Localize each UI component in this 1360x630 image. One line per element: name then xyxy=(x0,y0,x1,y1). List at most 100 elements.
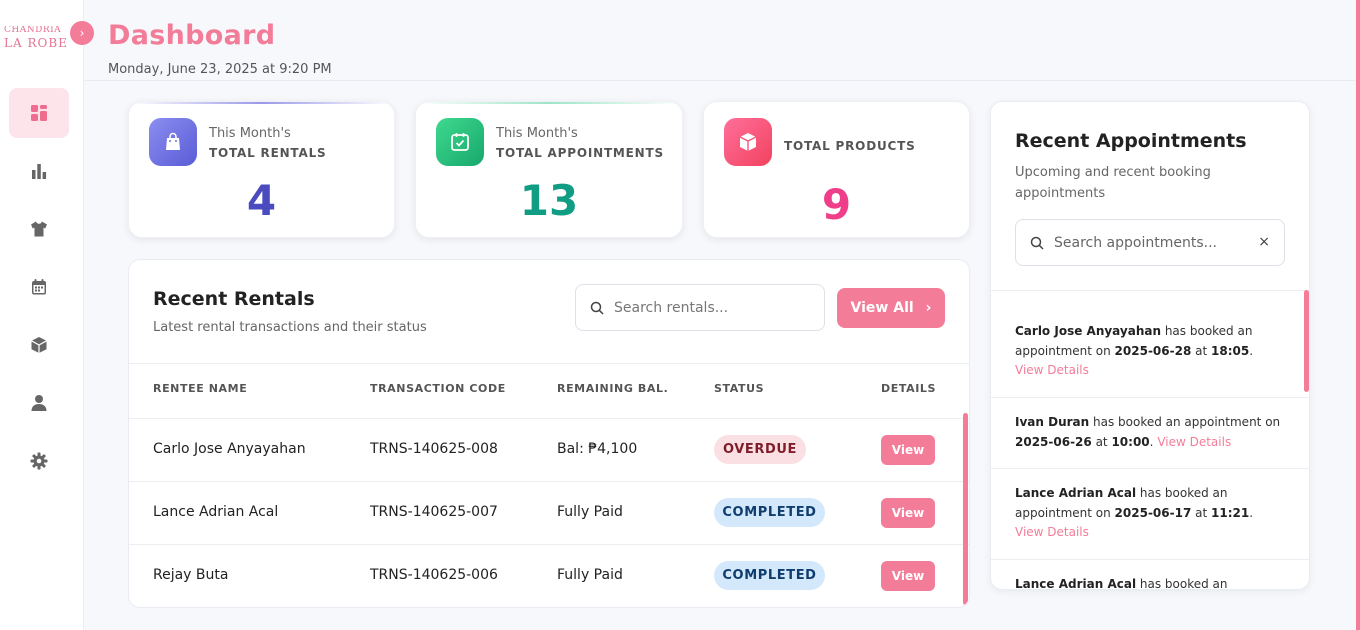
appointment-name: Lance Adrian Acal xyxy=(1015,577,1137,590)
status-badge: COMPLETED xyxy=(714,498,825,527)
column-header-details: DETAILS xyxy=(881,382,937,395)
rentee-name: Carlo Jose Anyayahan xyxy=(153,441,306,457)
sidebar-toggle-button[interactable]: › xyxy=(70,21,94,45)
appointment-text: . xyxy=(1149,434,1154,449)
cube-icon xyxy=(724,118,772,166)
sidebar-item-inventory[interactable] xyxy=(9,320,69,370)
status-badge: COMPLETED xyxy=(714,561,825,590)
clear-search-icon[interactable]: × xyxy=(1258,234,1270,250)
table-row: Rejay Buta TRNS-140625-006 Fully Paid CO… xyxy=(129,545,969,607)
transaction-code: TRNS-140625-006 xyxy=(370,567,498,583)
appointment-item: Lance Adrian Acal has booked an appointm… xyxy=(1015,484,1285,543)
bar-chart-icon xyxy=(32,164,47,179)
stat-label: TOTAL PRODUCTS xyxy=(784,139,916,153)
divider xyxy=(991,468,1309,469)
appointment-text: . xyxy=(1249,343,1254,358)
user-icon xyxy=(31,395,47,411)
transaction-code: TRNS-140625-008 xyxy=(370,441,498,457)
divider xyxy=(991,559,1309,560)
rentee-name: Lance Adrian Acal xyxy=(153,504,279,520)
appointment-text: . xyxy=(1249,505,1254,520)
card-accent xyxy=(129,102,394,104)
sidebar-item-products[interactable] xyxy=(9,204,69,254)
chevron-right-icon: › xyxy=(79,26,85,40)
view-all-label: View All xyxy=(850,300,914,316)
remaining-balance: Bal: ₱4,100 xyxy=(557,441,638,457)
remaining-balance: Fully Paid xyxy=(557,504,623,520)
divider xyxy=(991,397,1309,398)
header-divider xyxy=(84,80,1360,81)
calendar-icon xyxy=(32,279,46,295)
view-button[interactable]: View xyxy=(881,435,935,465)
calendar-check-icon xyxy=(436,118,484,166)
logo-line-1: CHANDRIA xyxy=(4,26,62,35)
appointment-text: at xyxy=(1191,505,1211,520)
table-row: Carlo Jose Anyayahan TRNS-140625-008 Bal… xyxy=(129,419,969,482)
gear-icon xyxy=(30,452,48,470)
sidebar-item-users[interactable] xyxy=(9,378,69,428)
search-placeholder: Search rentals... xyxy=(614,299,729,316)
stat-value: 9 xyxy=(821,180,852,229)
appointment-date: 2025-06-28 xyxy=(1114,343,1192,358)
appointment-time: 10:00 xyxy=(1111,434,1150,449)
shopping-bag-icon xyxy=(149,118,197,166)
appointment-date: 2025-06-17 xyxy=(1114,505,1192,520)
section-subtitle: Upcoming and recent booking appointments xyxy=(1015,165,1211,201)
appointment-text: has booked an appointment on xyxy=(1089,415,1281,429)
rentee-name: Rejay Buta xyxy=(153,567,229,583)
appointment-text: has booked an xyxy=(1136,577,1228,590)
search-icon xyxy=(590,301,604,315)
stat-card-appointments: This Month's TOTAL APPOINTMENTS 13 xyxy=(415,101,683,238)
stat-sub-label: This Month's xyxy=(496,126,578,141)
dashboard-icon xyxy=(31,105,47,121)
sidebar-item-calendar[interactable] xyxy=(9,262,69,312)
status-badge: OVERDUE xyxy=(714,435,806,464)
page-title: Dashboard xyxy=(108,20,276,51)
column-header-balance: REMAINING BAL. xyxy=(557,382,669,395)
section-subtitle: Latest rental transactions and their sta… xyxy=(153,320,427,335)
appointment-text: at xyxy=(1191,343,1211,358)
view-button[interactable]: View xyxy=(881,561,935,591)
stat-card-rentals: This Month's TOTAL RENTALS 4 xyxy=(128,101,395,238)
table-scrollbar[interactable] xyxy=(963,413,968,605)
brand-logo[interactable]: CHANDRIA LA ROBE xyxy=(4,26,74,52)
appointment-time: 18:05 xyxy=(1211,343,1250,358)
appointment-text: at xyxy=(1091,434,1112,449)
logo-line-2: LA ROBE xyxy=(4,37,68,49)
search-appointments-input[interactable]: Search appointments... × xyxy=(1015,219,1285,266)
sidebar-item-reports[interactable] xyxy=(9,146,69,196)
search-icon xyxy=(1030,236,1044,250)
divider xyxy=(129,363,969,364)
transaction-code: TRNS-140625-007 xyxy=(370,504,498,520)
view-details-link[interactable]: View Details xyxy=(1015,363,1089,377)
recent-rentals-card: Recent Rentals Latest rental transaction… xyxy=(128,259,970,608)
table-row: Lance Adrian Acal TRNS-140625-007 Fully … xyxy=(129,482,969,545)
appointment-name: Ivan Duran xyxy=(1015,415,1090,429)
appointment-item: Carlo Jose Anyayahan has booked an appoi… xyxy=(1015,322,1285,381)
search-rentals-input[interactable]: Search rentals... xyxy=(575,284,825,331)
box-icon xyxy=(31,337,47,353)
stat-value: 4 xyxy=(246,176,277,225)
page-scrollbar[interactable] xyxy=(1356,0,1360,630)
stat-value: 13 xyxy=(519,176,579,225)
view-button[interactable]: View xyxy=(881,498,935,528)
view-details-link[interactable]: View Details xyxy=(1157,435,1231,449)
view-details-link[interactable]: View Details xyxy=(1015,525,1089,539)
search-placeholder: Search appointments... xyxy=(1054,234,1217,251)
appointment-time: 11:21 xyxy=(1211,505,1250,520)
view-all-button[interactable]: View All › xyxy=(837,288,945,328)
sidebar-item-settings[interactable] xyxy=(9,436,69,486)
appointments-scrollbar[interactable] xyxy=(1304,290,1309,392)
stat-card-products: TOTAL PRODUCTS 9 xyxy=(703,101,970,238)
column-header-code: TRANSACTION CODE xyxy=(370,382,506,395)
stat-label: TOTAL RENTALS xyxy=(209,146,327,160)
appointment-date: 2025-06-26 xyxy=(1015,434,1092,449)
current-datetime: Monday, June 23, 2025 at 9:20 PM xyxy=(108,62,332,77)
appointment-name: Carlo Jose Anyayahan xyxy=(1015,324,1162,338)
chevron-right-icon: › xyxy=(925,300,932,316)
remaining-balance: Fully Paid xyxy=(557,567,623,583)
column-header-rentee: RENTEE NAME xyxy=(153,382,248,395)
card-accent xyxy=(416,102,682,104)
appointment-item: Ivan Duran has booked an appointment on … xyxy=(1015,413,1285,452)
sidebar-item-dashboard[interactable] xyxy=(9,88,69,138)
